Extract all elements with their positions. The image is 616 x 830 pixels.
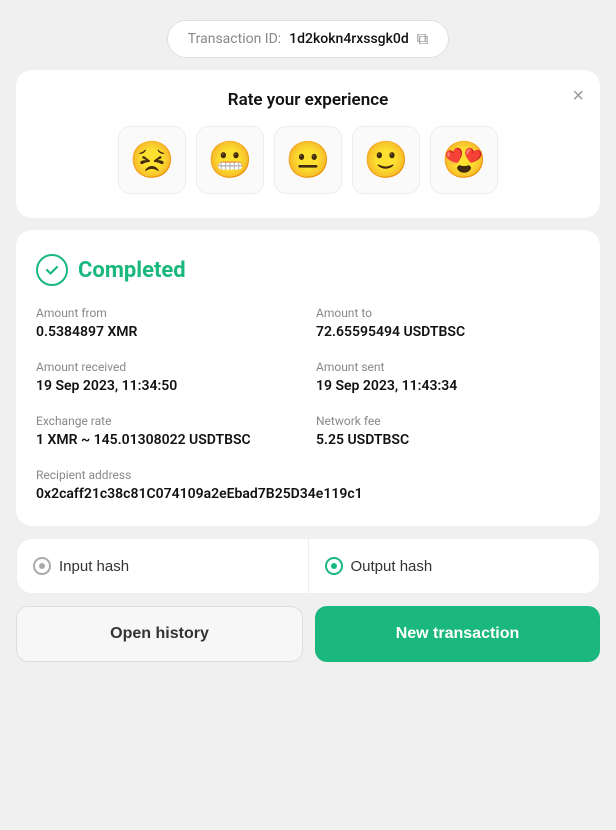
output-hash-icon <box>325 557 343 575</box>
emoji-very-satisfied[interactable]: 😍 <box>430 126 498 194</box>
emoji-very-dissatisfied[interactable]: 😣 <box>118 126 186 194</box>
completed-card: Completed Amount from 0.5384897 XMR Amou… <box>16 230 600 526</box>
input-hash-button[interactable]: Input hash <box>17 539 309 593</box>
detail-network-fee: Network fee 5.25 USDTBSC <box>316 414 580 448</box>
details-grid: Amount from 0.5384897 XMR Amount to 72.6… <box>36 306 580 502</box>
label-exchange-rate: Exchange rate <box>36 414 300 428</box>
emoji-dissatisfied[interactable]: 😬 <box>196 126 264 194</box>
output-hash-label: Output hash <box>351 558 433 575</box>
value-amount-sent: 19 Sep 2023, 11:43:34 <box>316 378 580 394</box>
value-amount-from: 0.5384897 XMR <box>36 324 300 340</box>
label-amount-to: Amount to <box>316 306 580 320</box>
label-amount-received: Amount received <box>36 360 300 374</box>
status-text: Completed <box>78 258 186 283</box>
transaction-id-value: 1d2kokn4rxssgk0d <box>289 31 409 47</box>
value-amount-received: 19 Sep 2023, 11:34:50 <box>36 378 300 394</box>
emoji-row: 😣 😬 😐 🙂 😍 <box>118 126 498 194</box>
input-hash-label: Input hash <box>59 558 129 575</box>
transaction-id-bar: Transaction ID: 1d2kokn4rxssgk0d ⧉ <box>167 20 449 58</box>
copy-icon[interactable]: ⧉ <box>417 29 428 49</box>
label-recipient-address: Recipient address <box>36 468 580 482</box>
action-row: Open history New transaction <box>16 606 600 662</box>
rating-card: Rate your experience × 😣 😬 😐 🙂 😍 <box>16 70 600 218</box>
value-exchange-rate: 1 XMR ~ 145.01308022 USDTBSC <box>36 432 300 448</box>
label-amount-sent: Amount sent <box>316 360 580 374</box>
detail-amount-from: Amount from 0.5384897 XMR <box>36 306 300 340</box>
detail-recipient-address: Recipient address 0x2caff21c38c81C074109… <box>36 468 580 502</box>
emoji-neutral[interactable]: 😐 <box>274 126 342 194</box>
open-history-button[interactable]: Open history <box>16 606 303 662</box>
value-network-fee: 5.25 USDTBSC <box>316 432 580 448</box>
detail-exchange-rate: Exchange rate 1 XMR ~ 145.01308022 USDTB… <box>36 414 300 448</box>
output-hash-button[interactable]: Output hash <box>309 539 600 593</box>
label-network-fee: Network fee <box>316 414 580 428</box>
status-row: Completed <box>36 254 580 286</box>
new-transaction-button[interactable]: New transaction <box>315 606 600 662</box>
input-hash-icon <box>33 557 51 575</box>
detail-amount-to: Amount to 72.65595494 USDTBSC <box>316 306 580 340</box>
check-circle-icon <box>36 254 68 286</box>
emoji-satisfied[interactable]: 🙂 <box>352 126 420 194</box>
transaction-id-label: Transaction ID: <box>188 31 281 47</box>
value-recipient-address: 0x2caff21c38c81C074109a2eEbad7B25D34e119… <box>36 486 580 502</box>
hash-card: Input hash Output hash <box>16 538 600 594</box>
detail-amount-received: Amount received 19 Sep 2023, 11:34:50 <box>36 360 300 394</box>
label-amount-from: Amount from <box>36 306 300 320</box>
rating-title: Rate your experience <box>228 90 388 110</box>
value-amount-to: 72.65595494 USDTBSC <box>316 324 580 340</box>
detail-amount-sent: Amount sent 19 Sep 2023, 11:43:34 <box>316 360 580 394</box>
close-button[interactable]: × <box>572 86 584 106</box>
